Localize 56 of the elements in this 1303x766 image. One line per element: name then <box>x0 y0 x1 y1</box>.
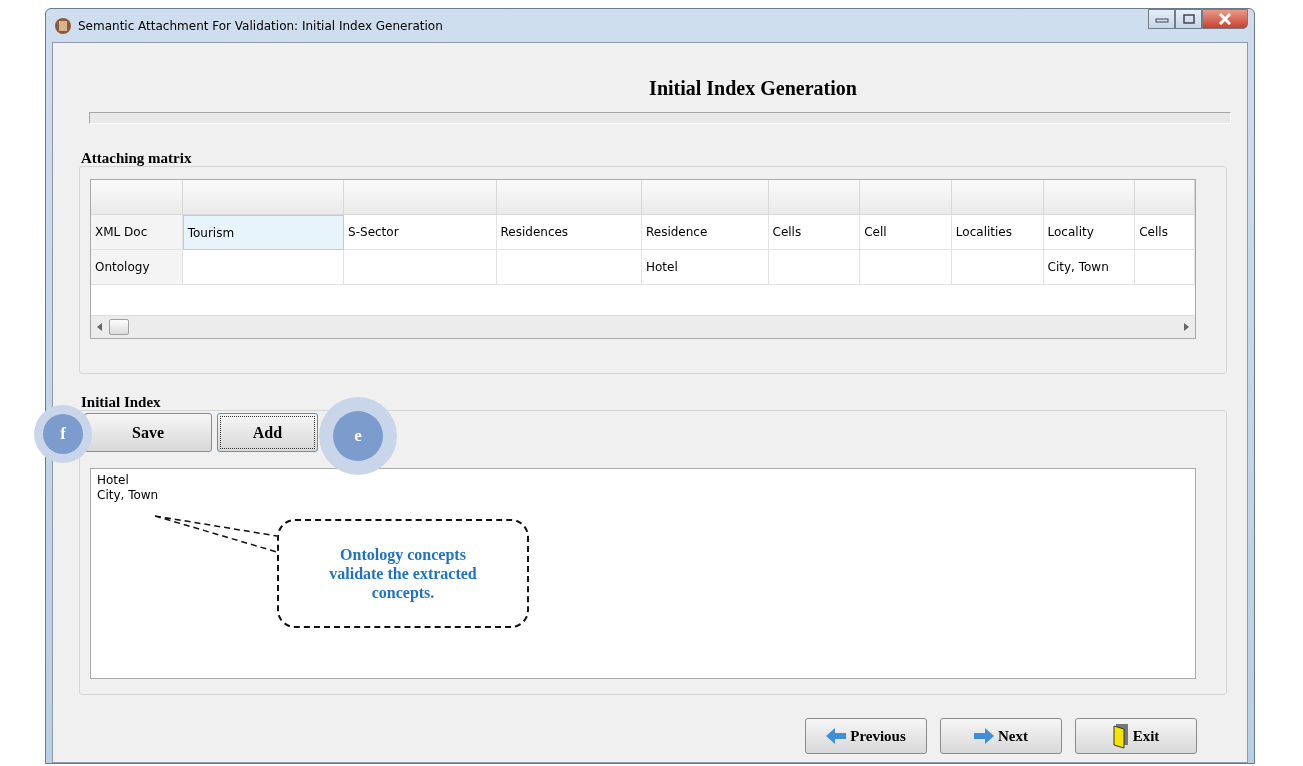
previous-button[interactable]: Previous <box>805 718 927 754</box>
column-header[interactable] <box>642 180 769 215</box>
table-cell[interactable] <box>1135 250 1195 285</box>
table-cell[interactable] <box>768 250 861 285</box>
callout-text: Ontology concepts validate the extracted concepts. <box>328 545 478 602</box>
table-cell[interactable]: Localities <box>951 215 1044 250</box>
close-button[interactable] <box>1202 9 1248 29</box>
right-arrow-icon <box>974 728 994 744</box>
column-header[interactable] <box>768 180 861 215</box>
table-cell[interactable]: Cells <box>1135 215 1195 250</box>
add-button[interactable]: Add <box>217 413 318 452</box>
close-icon <box>1218 13 1232 25</box>
minimize-icon <box>1154 15 1169 23</box>
table-cell[interactable]: Ontology <box>91 250 183 285</box>
maximize-icon <box>1182 14 1195 24</box>
column-header[interactable] <box>860 180 952 215</box>
horizontal-scrollbar[interactable] <box>91 315 1195 338</box>
index-line: City, Town <box>97 488 160 503</box>
table-cell[interactable]: S-Sector <box>344 215 497 250</box>
exit-button[interactable]: Exit <box>1075 718 1197 754</box>
index-line: Hotel <box>97 473 130 488</box>
column-header[interactable] <box>1043 180 1136 215</box>
column-header[interactable] <box>344 180 497 215</box>
column-header[interactable] <box>182 180 345 215</box>
column-header[interactable] <box>91 180 183 215</box>
column-header[interactable] <box>951 180 1044 215</box>
next-button[interactable]: Next <box>940 718 1062 754</box>
table-cell[interactable]: XML Doc <box>91 215 183 250</box>
table-cell[interactable]: Hotel <box>642 250 769 285</box>
table-cell[interactable]: Residence <box>642 215 769 250</box>
table-cell[interactable]: Tourism <box>182 215 345 250</box>
table-cell[interactable]: Cells <box>768 215 861 250</box>
table-cell[interactable] <box>860 250 952 285</box>
scroll-right-icon[interactable] <box>1183 323 1189 331</box>
table-cell[interactable]: Locality <box>1043 215 1136 250</box>
group-title: Initial Index <box>81 394 162 411</box>
table-cell[interactable] <box>951 250 1044 285</box>
group-title: Attaching matrix <box>81 150 193 167</box>
save-button[interactable]: Save <box>84 413 212 452</box>
door-icon <box>1112 723 1129 749</box>
column-header[interactable] <box>496 180 642 215</box>
left-arrow-icon <box>826 728 847 744</box>
table-cell[interactable]: Cell <box>860 215 952 250</box>
page-heading: Initial Index Generation <box>648 77 858 100</box>
app-icon <box>54 16 72 35</box>
table-cell[interactable]: City, Town <box>1043 250 1136 285</box>
minimize-button[interactable] <box>1148 9 1175 29</box>
table-cell[interactable] <box>496 250 642 285</box>
table-cell[interactable] <box>182 250 345 285</box>
table-cell[interactable]: Residences <box>496 215 642 250</box>
table-cell[interactable] <box>344 250 497 285</box>
maximize-button[interactable] <box>1175 9 1202 29</box>
scroll-thumb[interactable] <box>109 319 129 335</box>
window-title: Semantic Attachment For Validation: Initial Index Generation <box>78 18 443 33</box>
column-header[interactable] <box>1135 180 1195 215</box>
scroll-left-icon[interactable] <box>97 323 103 331</box>
